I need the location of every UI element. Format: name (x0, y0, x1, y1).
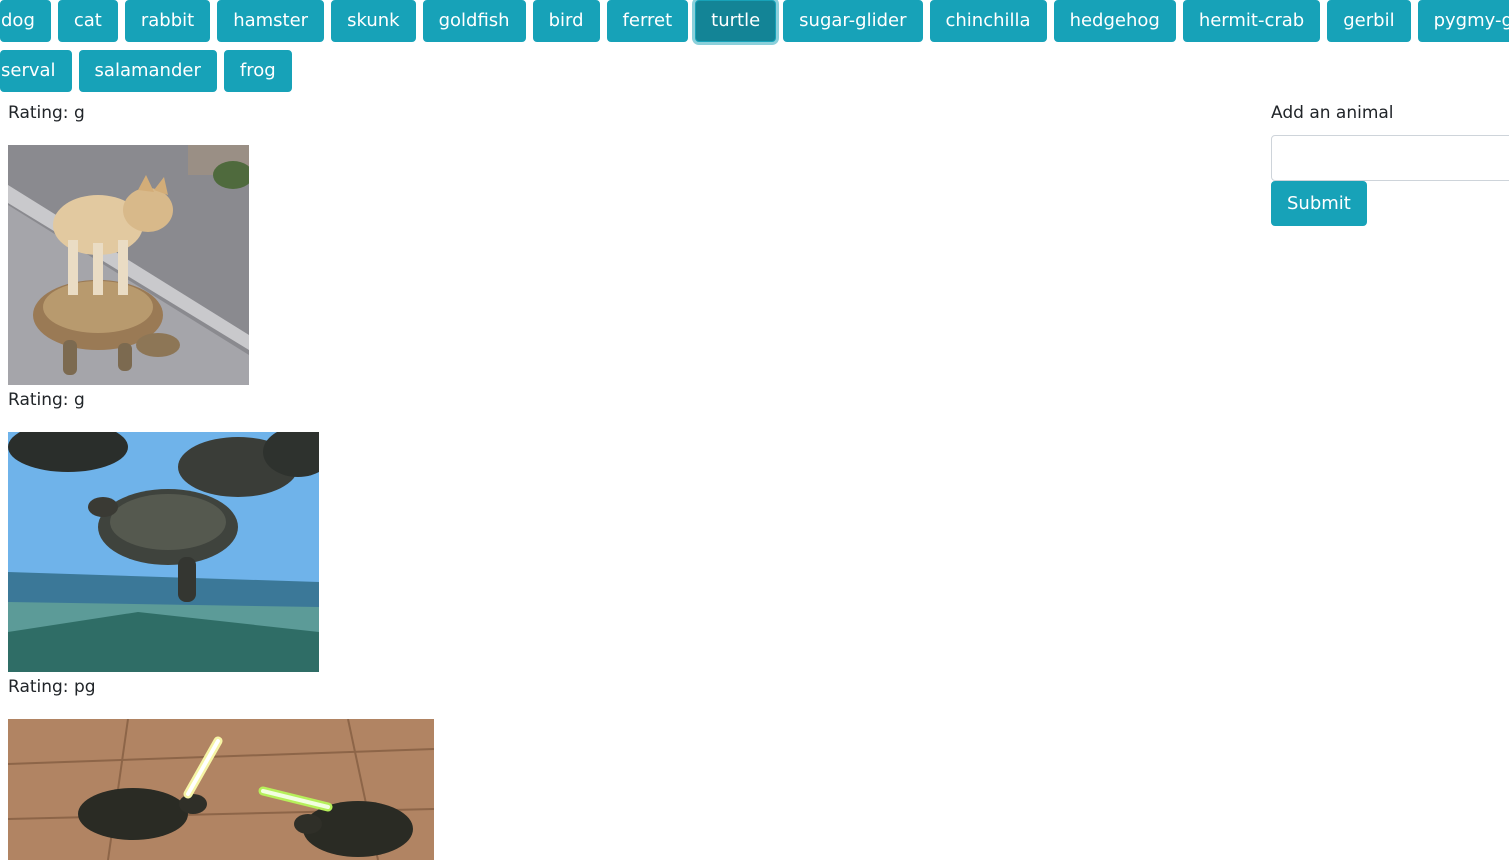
animal-input[interactable] (1271, 135, 1509, 181)
gif-rating: Rating: pg (8, 677, 96, 697)
animal-button-rabbit[interactable]: rabbit (124, 0, 211, 42)
animal-button-salamander[interactable]: salamander (78, 50, 217, 92)
animal-buttons: dog cat rabbit hamster skunk goldfish bi… (0, 0, 1509, 100)
gif-card: Rating: g (8, 385, 908, 672)
button-row-1: dog cat rabbit hamster skunk goldfish bi… (0, 0, 1509, 42)
gif-image-dog-on-tortoise (8, 145, 249, 385)
gif-card: Rating: pg (8, 672, 908, 860)
animal-button-chinchilla[interactable]: chinchilla (929, 0, 1047, 42)
animal-button-bird[interactable]: bird (532, 0, 600, 42)
submit-button[interactable]: Submit (1271, 181, 1367, 226)
animal-button-serval[interactable]: serval (0, 50, 72, 92)
animal-button-pygmy-goat[interactable]: pygmy-goat (1417, 0, 1509, 42)
button-row-2: serval salamander frog (0, 50, 1509, 92)
gif-card: Rating: g (8, 98, 908, 385)
gif-image-turtles-by-pool (8, 432, 319, 672)
animal-button-frog[interactable]: frog (223, 50, 292, 92)
animal-button-sugar-glider[interactable]: sugar-glider (783, 0, 923, 42)
animal-button-hermit-crab[interactable]: hermit-crab (1182, 0, 1321, 42)
animal-button-turtle[interactable]: turtle (695, 0, 777, 42)
animal-button-dog[interactable]: dog (0, 0, 51, 42)
animal-button-cat[interactable]: cat (57, 0, 118, 42)
animal-button-goldfish[interactable]: goldfish (422, 0, 526, 42)
add-animal-form: Add an animal Submit (1271, 98, 1509, 226)
animal-button-hamster[interactable]: hamster (217, 0, 325, 42)
animal-button-gerbil[interactable]: gerbil (1327, 0, 1411, 42)
gif-rating: Rating: g (8, 390, 85, 410)
animal-button-ferret[interactable]: ferret (606, 0, 689, 42)
animal-button-hedgehog[interactable]: hedgehog (1053, 0, 1176, 42)
gif-image-turtles-with-lightsabers (8, 719, 434, 860)
gif-results: Rating: g Rating: g Rating: pg (8, 98, 908, 860)
animal-button-skunk[interactable]: skunk (331, 0, 416, 42)
add-animal-label: Add an animal (1271, 103, 1394, 123)
gif-rating: Rating: g (8, 103, 85, 123)
